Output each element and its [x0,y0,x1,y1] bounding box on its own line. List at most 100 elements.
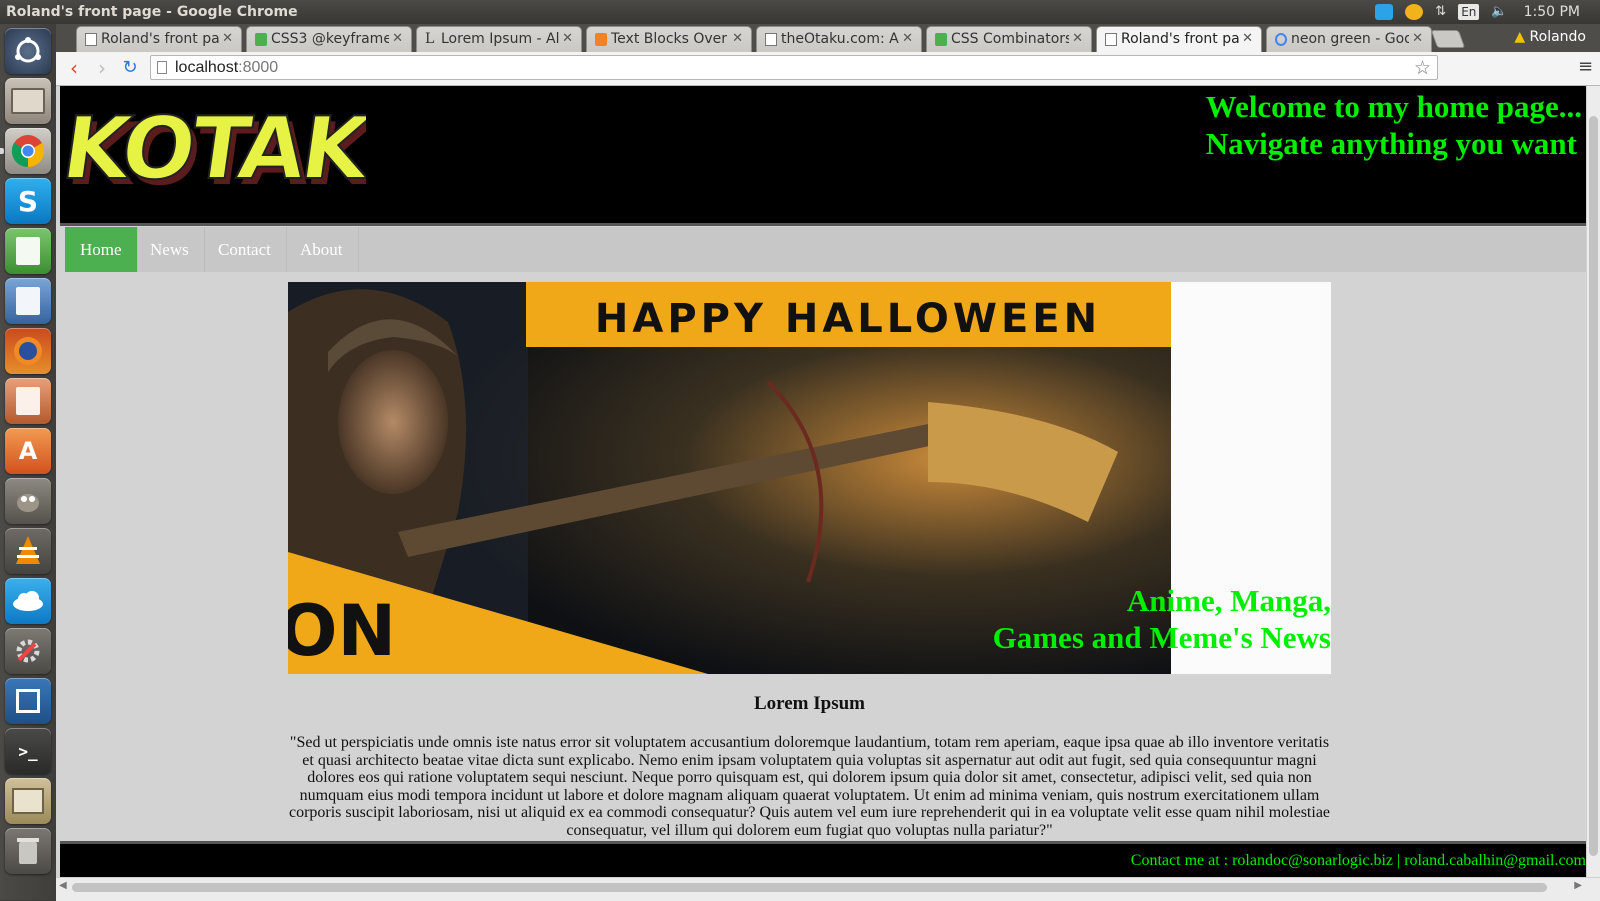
chrome-menu-icon[interactable]: ≡ [1578,55,1594,79]
nav-news[interactable]: News [135,227,205,272]
tab-label: neon green - Goo [1291,31,1409,47]
welcome-line-2: Navigate anything you want [1205,126,1577,161]
page-icon [157,61,167,74]
software-center-icon[interactable]: A [5,428,51,474]
scroll-thumb[interactable] [1589,116,1598,856]
tab-3[interactable]: Text Blocks Over I ✕ [586,26,752,52]
vertical-scrollbar[interactable] [1586,86,1600,877]
page-viewport: KOTAKU" KOTAKU" Welcome to my home page.… [56,86,1586,877]
cloud-icon[interactable] [5,578,51,624]
reload-button[interactable]: ↻ [118,56,142,80]
back-button[interactable]: ‹ [62,56,86,80]
tab-label: Lorem Ipsum - All [441,31,559,47]
trash-icon[interactable] [5,828,51,874]
bookmark-star-icon[interactable]: ☆ [1414,57,1431,79]
settings-icon[interactable] [5,628,51,674]
gimp-icon[interactable] [5,478,51,524]
page-icon [765,33,777,46]
banner-tagline: Anime, Manga, Games and Meme's News [993,582,1331,656]
cloud-indicator-icon[interactable] [1369,0,1399,24]
keyboard-layout-indicator[interactable]: En [1452,0,1485,24]
window-title: Roland's front page - Google Chrome [6,4,298,20]
page-icon [1105,33,1117,46]
tab-5[interactable]: CSS Combinators ✕ [926,26,1092,52]
svg-text:KOTAKU": KOTAKU" [66,99,366,199]
tab-label: CSS3 @keyframes [271,31,389,47]
running-indicator [0,148,4,154]
scroll-thumb[interactable] [72,883,1547,892]
tab-label: CSS Combinators [951,31,1069,47]
profile-button[interactable]: ▲ Rolando [1506,26,1594,48]
welcome-message: Welcome to my home page... Navigate anyt… [1206,88,1582,162]
scroll-right-icon[interactable]: ▶ [1574,880,1582,891]
firefox-icon[interactable] [5,328,51,374]
article-title: Lorem Ipsum [753,693,866,714]
close-icon[interactable]: ✕ [392,27,403,51]
page-icon [85,33,97,46]
browser-toolbar: ‹ › ↻ localhost:8000 ☆ ≡ [56,52,1600,86]
close-icon[interactable]: ✕ [732,27,743,51]
close-icon[interactable]: ✕ [1242,27,1253,51]
forward-button[interactable]: › [90,56,114,80]
vlc-icon[interactable] [5,528,51,574]
tab-label: Roland's front pa [1121,31,1239,47]
terminal-icon[interactable]: >_ [5,728,51,774]
close-icon[interactable]: ✕ [562,27,573,51]
article-body: "Sed ut perspiciatis unde omnis iste nat… [288,734,1331,839]
image-viewer-icon[interactable] [5,778,51,824]
tab-label: Roland's front pa [101,31,219,47]
close-icon[interactable]: ✕ [222,27,233,51]
tab-0[interactable]: Roland's front pa ✕ [76,26,242,52]
page-footer: Contact me at : rolandoc@sonarlogic.biz … [60,841,1586,877]
files-icon[interactable] [5,78,51,124]
chat-indicator-icon[interactable] [1399,0,1429,24]
clock[interactable]: 1:50 PM [1514,0,1590,24]
spreadsheet-icon[interactable] [5,228,51,274]
tab-1[interactable]: CSS3 @keyframes ✕ [246,26,412,52]
url-text: localhost:8000 [175,59,279,76]
profile-name: Rolando [1529,29,1586,45]
nav-about[interactable]: About [285,227,359,272]
new-tab-button[interactable] [1430,30,1466,48]
banner-corner-text: ON [288,590,396,672]
tab-active[interactable]: Roland's front pa ✕ [1096,26,1262,52]
tab-label: theOtaku.com: A [781,31,899,47]
nav-contact[interactable]: Contact [203,227,287,272]
address-bar[interactable]: localhost:8000 ☆ [150,55,1438,80]
chrome-icon[interactable] [5,128,51,174]
close-icon[interactable]: ✕ [902,27,913,51]
w3schools-icon [935,33,947,46]
tagline-line-1: Anime, Manga, [1126,583,1331,618]
tab-strip: Roland's front pa ✕ CSS3 @keyframes ✕ L … [56,24,1600,52]
ubuntu-dash-icon[interactable] [5,28,51,74]
horizontal-scrollbar[interactable]: ◀ ▶ [56,877,1600,901]
volume-icon[interactable]: 🔈 [1485,0,1513,24]
tab-2[interactable]: L Lorem Ipsum - All ✕ [416,26,582,52]
footer-contact: Contact me at : rolandoc@sonarlogic.biz … [1130,852,1586,869]
workspace-icon[interactable] [5,678,51,724]
nav-home[interactable]: Home [65,227,138,272]
presentation-icon[interactable] [5,378,51,424]
warning-icon: ▲ [1514,29,1530,45]
page-header: KOTAKU" KOTAKU" Welcome to my home page.… [60,86,1586,226]
tab-label: Text Blocks Over I [611,31,729,47]
lorem-icon: L [425,31,435,47]
indicator-area: ⇅ En 🔈 1:50 PM [1369,0,1590,24]
tab-7[interactable]: neon green - Goo ✕ [1266,26,1432,52]
network-icon[interactable]: ⇅ [1429,0,1452,24]
close-icon[interactable]: ✕ [1072,27,1083,51]
w3schools-icon [255,33,267,46]
google-icon [1275,33,1287,46]
scroll-left-icon[interactable]: ◀ [59,880,67,891]
hero-banner: ON HAPPY HALLOWEEN Anime, Manga, Games a… [288,282,1331,674]
top-panel: Roland's front page - Google Chrome ⇅ En… [0,0,1600,24]
skype-icon[interactable]: S [5,178,51,224]
launcher: S A >_ [0,24,57,900]
welcome-line-1: Welcome to my home page... [1205,89,1582,124]
tagline-line-2: Games and Meme's News [992,620,1331,655]
kotaku-logo[interactable]: KOTAKU" KOTAKU" [66,88,366,213]
document-icon[interactable] [5,278,51,324]
tab-4[interactable]: theOtaku.com: A ✕ [756,26,922,52]
main-nav: Home News Contact About [65,227,1586,272]
close-icon[interactable]: ✕ [1412,27,1423,51]
